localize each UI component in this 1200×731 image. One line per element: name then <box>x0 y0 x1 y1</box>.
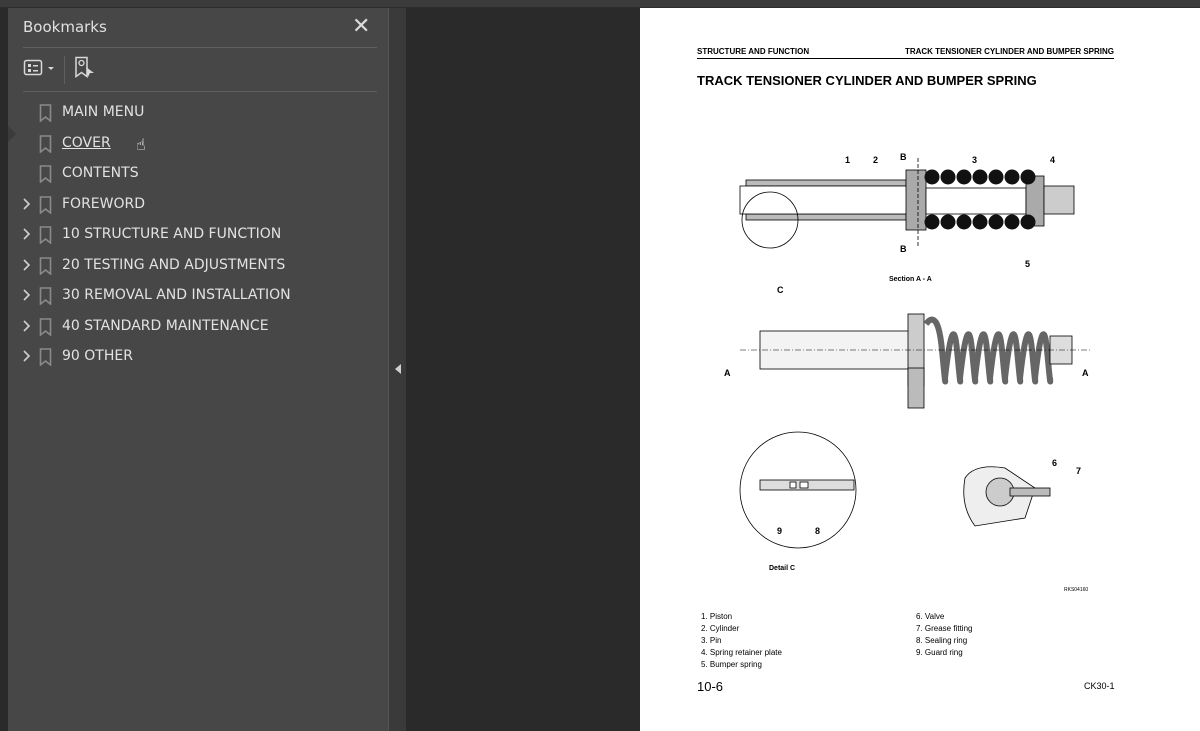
spring-coil <box>988 214 1004 230</box>
list-options-button[interactable] <box>23 58 57 82</box>
toolbar-separator <box>64 56 65 84</box>
callout-label: 4 <box>1050 155 1055 165</box>
bookmarks-panel: Bookmarks ✕ MAIN MENU COVER ☝ CONTENTS FOREW… <box>8 8 388 731</box>
find-current-bookmark-button[interactable] <box>74 56 98 84</box>
spring-coil <box>940 169 956 185</box>
parts-legend-right: 6. Valve 7. Grease fitting 8. Sealing ring… <box>916 611 972 659</box>
legend-item: 1. Piston <box>701 612 733 621</box>
legend-item: 2. Cylinder <box>701 624 740 633</box>
legend-item: 8. Sealing ring <box>916 636 968 645</box>
list-options-icon <box>23 59 54 76</box>
top-toolbar-strip <box>0 0 1200 8</box>
callout-label: B <box>900 244 907 254</box>
spring-coil <box>956 214 972 230</box>
callout-label: 1 <box>845 155 850 165</box>
model-code: CK30-1 <box>1084 681 1115 691</box>
callout-label: 7 <box>1076 466 1081 476</box>
bookmark-label: COVER <box>62 134 111 151</box>
valve-detail-view <box>963 466 1051 527</box>
callout-label: B <box>900 152 907 162</box>
panel-splitter[interactable] <box>388 8 406 731</box>
parts-legend-left: 1. Piston 2. Cylinder 3. Pin 4. Spring reta… <box>701 611 782 671</box>
technical-drawing: 1 2 3 4 5 C B B A A 6 7 8 9 Section A - A Detail C RKS04… <box>724 152 1090 593</box>
legend-item: 6. Valve <box>916 612 945 621</box>
spring-coil <box>1004 169 1020 185</box>
callout-label: 2 <box>873 155 878 165</box>
detail-c-view <box>739 431 857 549</box>
bookmark-item[interactable]: FOREWORD <box>8 190 388 220</box>
bookmark-icon <box>39 317 52 336</box>
side-view <box>740 313 1090 409</box>
chevron-right-icon[interactable] <box>20 349 34 363</box>
collapse-panel-arrow-icon[interactable] <box>395 364 401 374</box>
bookmark-label: MAIN MENU <box>62 104 145 120</box>
bookmark-label: 30 REMOVAL AND INSTALLATION <box>62 287 291 303</box>
spring-coil <box>940 214 956 230</box>
bookmark-item[interactable]: 30 REMOVAL AND INSTALLATION <box>8 281 388 311</box>
spring-coil <box>924 214 940 230</box>
divider <box>23 91 377 92</box>
bookmark-label: 40 STANDARD MAINTENANCE <box>62 317 269 334</box>
bookmark-icon <box>39 195 52 214</box>
callout-label: 9 <box>777 526 782 536</box>
bookmark-label: CONTENTS <box>62 165 139 181</box>
spring-coil <box>988 169 1004 185</box>
section-a-a-view <box>739 158 1075 249</box>
callout-label: A <box>1082 368 1089 378</box>
bookmark-item[interactable]: 40 STANDARD MAINTENANCE <box>8 312 388 342</box>
legend-item: 3. Pin <box>701 636 722 645</box>
spring-coil <box>956 169 972 185</box>
legend-item: 9. Guard ring <box>916 648 963 657</box>
bookmark-icon <box>39 287 52 305</box>
bookmark-item[interactable]: 90 OTHER <box>8 342 388 372</box>
hand-cursor-icon: ☝ <box>136 134 146 154</box>
bookmark-icon <box>39 134 52 153</box>
legend-item: 5. Bumper spring <box>701 660 762 669</box>
bookmark-item[interactable]: MAIN MENU <box>8 98 388 128</box>
bookmark-label: FOREWORD <box>62 195 146 212</box>
chevron-right-icon[interactable] <box>20 258 34 272</box>
legend-item: 4. Spring retainer plate <box>701 648 782 657</box>
find-current-bookmark-icon <box>75 56 94 78</box>
spring-coil <box>1004 214 1020 230</box>
bookmark-icon <box>39 348 52 366</box>
chevron-right-icon[interactable] <box>20 227 34 241</box>
bookmark-icon <box>39 226 52 244</box>
callout-label: 6 <box>1052 458 1057 468</box>
page-number: 10-6 <box>697 679 724 694</box>
bookmark-label: 20 TESTING AND ADJUSTMENTS <box>62 256 286 273</box>
bookmark-icon <box>39 104 52 122</box>
callout-label: 5 <box>1025 259 1030 269</box>
close-icon[interactable]: ✕ <box>352 14 370 39</box>
chevron-right-icon[interactable] <box>20 319 34 333</box>
bookmark-item[interactable]: COVER ☝ <box>8 129 388 159</box>
document-page: STRUCTURE AND FUNCTION TRACK TENSIONER C… <box>640 8 1200 731</box>
spring-coil <box>972 214 988 230</box>
figure-caption: Detail C <box>769 565 795 572</box>
spring-coil <box>1020 169 1036 185</box>
spring-coil <box>924 169 940 185</box>
legend-item: 7. Grease fitting <box>916 624 973 633</box>
chevron-right-icon[interactable] <box>20 197 34 211</box>
spring-coil <box>1020 214 1036 230</box>
callout-label: 3 <box>972 155 977 165</box>
panel-title: Bookmarks <box>23 18 107 36</box>
figure-caption: Section A - A <box>889 276 932 283</box>
bookmark-icon <box>39 165 52 183</box>
figure-caption: RKS04160 <box>1064 587 1088 593</box>
callout-label: A <box>724 368 731 378</box>
bookmark-item[interactable]: CONTENTS <box>8 159 388 189</box>
callout-label: C <box>777 285 784 295</box>
bookmark-label: 90 OTHER <box>62 348 133 364</box>
chevron-right-icon[interactable] <box>20 288 34 302</box>
bookmark-item[interactable]: 10 STRUCTURE AND FUNCTION <box>8 220 388 250</box>
divider <box>23 47 377 48</box>
spring-coil <box>972 169 988 185</box>
bookmark-item[interactable]: 20 TESTING AND ADJUSTMENTS <box>8 251 388 281</box>
bookmark-icon <box>39 256 52 275</box>
callout-label: 8 <box>815 526 820 536</box>
bookmark-label: 10 STRUCTURE AND FUNCTION <box>62 226 282 242</box>
